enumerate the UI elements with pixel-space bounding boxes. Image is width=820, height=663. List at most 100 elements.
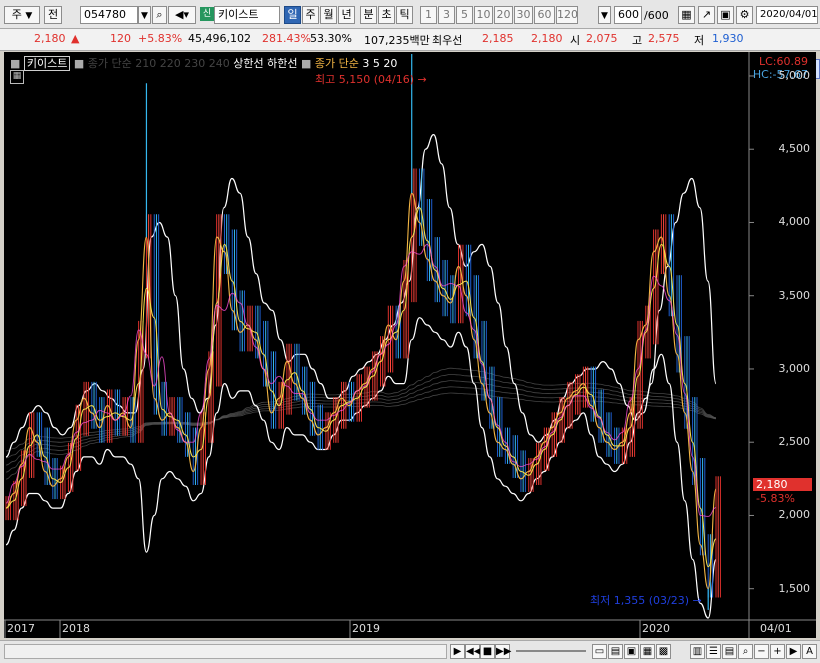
play-icon: ▶ xyxy=(453,646,462,657)
interval-button-1[interactable]: 1 xyxy=(420,6,437,24)
x-tick-label: 04/01 xyxy=(760,622,792,635)
legend-marker: ■ xyxy=(73,57,85,70)
layout-button[interactable]: ▭ xyxy=(592,644,607,659)
interval-button-10[interactable]: 10 xyxy=(474,6,493,24)
chart-type-select[interactable]: 주 ▼ xyxy=(4,6,40,24)
current-pct-tag: -5.83% xyxy=(756,492,795,505)
x-tick-label: 2018 xyxy=(62,622,90,635)
zoom-out-button[interactable]: − xyxy=(754,644,769,659)
stock-code-input[interactable]: 054780 xyxy=(80,6,138,24)
up-arrow-icon: ▲ xyxy=(71,32,80,45)
quote-change: 120 xyxy=(110,32,131,45)
fit-icon: ▣ xyxy=(626,646,637,657)
sidebar-button[interactable]: ▤ xyxy=(722,644,737,659)
period-button-0[interactable]: 일 xyxy=(284,6,301,24)
best-ask-label: 최우선 xyxy=(432,34,463,47)
interval-button-60[interactable]: 60 xyxy=(534,6,555,24)
x-tick-label: 2019 xyxy=(352,622,380,635)
high-annotation: 최고 5,150 (04/16) → xyxy=(315,71,427,87)
interval-button-5[interactable]: 5 xyxy=(456,6,473,24)
prefix-label: 전 xyxy=(47,8,59,21)
bottom-bar: ▶ ◀◀ ■ ▶▶ ▭ ▤ ▣ ▦ ▩ ▥ ☰ ▤ ⌕ − + ▶ A xyxy=(0,640,820,663)
period-button-5[interactable]: 초 xyxy=(378,6,395,24)
current-price-tag: 2,180 xyxy=(753,478,812,491)
stop-icon: ■ xyxy=(482,646,493,657)
indicator-button[interactable]: ☰ xyxy=(706,644,721,659)
stop-button[interactable]: ■ xyxy=(480,644,495,659)
legend-marker: ■ xyxy=(10,57,21,70)
y-tick-label: 4,000 xyxy=(778,215,811,229)
horizontal-scrollbar[interactable] xyxy=(4,644,447,659)
chart-tool-button[interactable]: ↗ xyxy=(698,6,715,24)
period-button-3[interactable]: 년 xyxy=(338,6,355,24)
fit-button[interactable]: ▣ xyxy=(624,644,639,659)
bars-icon: ▥ xyxy=(692,646,703,657)
sound-button[interactable]: ◀▾ xyxy=(168,6,196,24)
scroll-left-button[interactable]: ▶ xyxy=(450,644,465,659)
split-icon: ▤ xyxy=(610,646,621,657)
lc-label: LC:60.89 xyxy=(758,55,808,68)
toolbar: 주 ▼ 전 054780 ▼ ⌕ ◀▾ 신 키이스트 일주월년분초틱 1 3 5 10… xyxy=(0,0,820,29)
view-button[interactable]: ▩ xyxy=(656,644,671,659)
grid-button[interactable]: ▦ xyxy=(640,644,655,659)
forward-icon: ▶▶ xyxy=(496,646,512,657)
period-button-1[interactable]: 주 xyxy=(302,6,319,24)
high-label: 고 xyxy=(632,34,643,47)
legend-ma2-periods: 3 5 20 xyxy=(362,57,398,70)
chart-type-label: 주 xyxy=(11,8,22,21)
arrow-right-icon: → xyxy=(417,73,427,86)
y-tick-label: 3,500 xyxy=(778,288,811,302)
split-button[interactable]: ▤ xyxy=(608,644,623,659)
period-button-4[interactable]: 분 xyxy=(360,6,377,24)
low-value: 1,930 xyxy=(712,32,744,45)
legend-lower: 하한선 xyxy=(267,57,298,70)
settings-button[interactable]: ⚙ xyxy=(736,6,753,24)
period-button-2[interactable]: 월 xyxy=(320,6,337,24)
y-tick-label: 2,500 xyxy=(778,435,811,449)
legend-ma-periods: 210 220 230 240 xyxy=(135,57,230,70)
forward-button[interactable]: ▶▶ xyxy=(495,644,512,659)
legend-ma2-label: 종가 단순 xyxy=(314,57,359,70)
search-button[interactable]: ⌕ xyxy=(152,6,167,24)
prefix-button[interactable]: 전 xyxy=(44,6,62,24)
quote-bar: 2,180 ▲ 120 +5.83% 45,496,102 281.43% 53… xyxy=(0,29,820,79)
chevron-right-icon: ▶ xyxy=(789,646,798,657)
open-value: 2,075 xyxy=(586,32,618,45)
gear-icon: ⚙ xyxy=(739,8,750,21)
chart-style-button[interactable]: ▥ xyxy=(690,644,705,659)
letter-a-icon: A xyxy=(806,646,813,657)
price-chart[interactable]: ■ 키이스트 ■ 종가 단순 210 220 230 240 상한선 하한선 ■… xyxy=(4,52,816,638)
zoom-in-button[interactable]: + xyxy=(770,644,785,659)
rewind-button[interactable]: ◀◀ xyxy=(465,644,481,659)
count-input[interactable]: 600 xyxy=(614,6,642,24)
search-chart-button[interactable]: ⌕ xyxy=(738,644,753,659)
lower-band-line xyxy=(5,317,717,619)
date-input[interactable]: 2020/04/01 xyxy=(756,6,818,24)
best-bid: 2,180 xyxy=(531,32,563,45)
interval-button-3[interactable]: 3 xyxy=(438,6,455,24)
interval-button-30[interactable]: 30 xyxy=(514,6,533,24)
grid-icon: ▦ xyxy=(681,8,692,21)
search-icon: ⌕ xyxy=(742,646,749,657)
zoom-slider-track[interactable] xyxy=(516,650,586,652)
table-icon[interactable]: ▦ xyxy=(10,70,24,84)
interval-button-120[interactable]: 120 xyxy=(556,6,578,24)
save-button[interactable]: ▣ xyxy=(717,6,734,24)
panel-icon: ▤ xyxy=(724,646,735,657)
auto-button[interactable]: A xyxy=(802,644,817,659)
quote-change-pct: +5.83% xyxy=(138,32,183,45)
settings-grid-button[interactable]: ▦ xyxy=(678,6,695,24)
scroll-end-button[interactable]: ▶ xyxy=(786,644,801,659)
minus-icon: − xyxy=(757,646,766,657)
chart-legend: ■ 키이스트 ■ 종가 단순 210 220 230 240 상한선 하한선 ■… xyxy=(10,55,397,71)
low-annotation-text: 최저 1,355 (03/23) xyxy=(590,594,690,607)
period-button-6[interactable]: 틱 xyxy=(396,6,413,24)
best-ask: 2,185 xyxy=(482,32,514,45)
stock-badge: 신 xyxy=(200,7,214,21)
stock-code-dropdown[interactable]: ▼ xyxy=(138,6,151,24)
interval-button-20[interactable]: 20 xyxy=(494,6,513,24)
interval-dropdown[interactable]: ▼ xyxy=(598,6,611,24)
search-icon: ⌕ xyxy=(156,8,163,21)
trend-icon: ↗ xyxy=(701,8,712,21)
chart-window: 주 ▼ 전 054780 ▼ ⌕ ◀▾ 신 키이스트 일주월년분초틱 1 3 5 10… xyxy=(0,0,820,663)
